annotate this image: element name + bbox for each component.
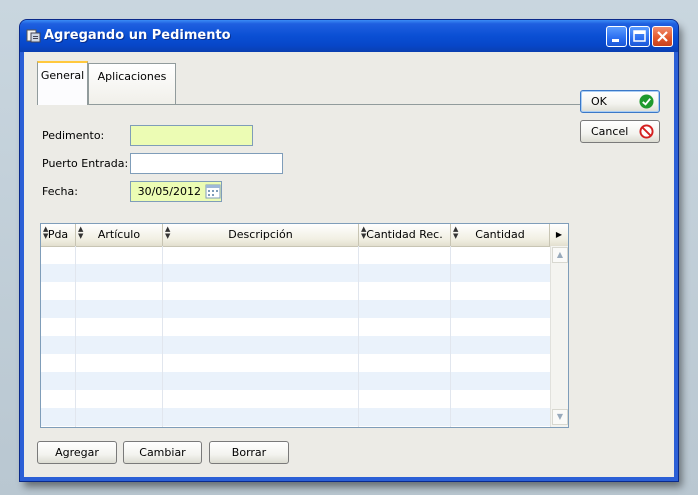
column-header-cantidad-label: Cantidad bbox=[475, 228, 525, 241]
dialog-window: Agregando un Pedimento General Aplicacio… bbox=[20, 20, 678, 481]
vertical-scrollbar[interactable]: ▲ ▼ bbox=[550, 246, 568, 427]
puerto-entrada-input[interactable] bbox=[130, 153, 283, 174]
tab-general-label: General bbox=[40, 69, 85, 82]
borrar-button[interactable]: Borrar bbox=[209, 441, 289, 464]
table-row[interactable] bbox=[41, 264, 550, 282]
column-divider bbox=[358, 246, 359, 427]
cambiar-button[interactable]: Cambiar bbox=[123, 441, 202, 464]
check-icon bbox=[639, 94, 654, 109]
tab-general[interactable]: General bbox=[37, 61, 88, 105]
table-row[interactable] bbox=[41, 282, 550, 300]
column-header-pda-label: Pda bbox=[47, 228, 69, 241]
items-grid[interactable]: ▲ ▼ Pda ▲ ▼ Artículo ▲ ▼ Descripción ▲ ▼ Can… bbox=[40, 223, 569, 428]
column-header-pda[interactable]: ▲ ▼ Pda bbox=[41, 224, 76, 246]
column-divider bbox=[450, 246, 451, 427]
tab-aplicaciones[interactable]: Aplicaciones bbox=[88, 63, 176, 105]
tab-divider bbox=[88, 104, 584, 105]
sort-icon: ▲ ▼ bbox=[43, 225, 49, 240]
table-row[interactable] bbox=[41, 300, 550, 318]
ok-button-label: OK bbox=[591, 95, 607, 108]
column-header-cantidad[interactable]: ▲ ▼ Cantidad bbox=[451, 224, 550, 246]
agregar-button[interactable]: Agregar bbox=[37, 441, 117, 464]
column-header-articulo-label: Artículo bbox=[97, 228, 141, 241]
table-row[interactable] bbox=[41, 408, 550, 426]
window-title: Agregando un Pedimento bbox=[44, 28, 231, 43]
sort-icon: ▲ ▼ bbox=[453, 225, 459, 240]
column-divider bbox=[75, 246, 76, 427]
title-bar[interactable]: Agregando un Pedimento bbox=[20, 20, 678, 52]
sort-icon: ▲ ▼ bbox=[165, 225, 171, 240]
table-row[interactable] bbox=[41, 336, 550, 354]
column-header-descripcion-label: Descripción bbox=[228, 228, 293, 241]
cancel-button-label: Cancel bbox=[591, 125, 629, 138]
column-header-descripcion[interactable]: ▲ ▼ Descripción bbox=[163, 224, 359, 246]
scroll-down-icon[interactable]: ▼ bbox=[552, 409, 568, 425]
pedimento-label: Pedimento: bbox=[42, 129, 105, 142]
column-header-articulo[interactable]: ▲ ▼ Artículo bbox=[76, 224, 163, 246]
table-row[interactable] bbox=[41, 246, 550, 264]
sort-icon: ▲ ▼ bbox=[78, 225, 84, 240]
calendar-icon[interactable] bbox=[205, 183, 221, 199]
maximize-icon bbox=[633, 30, 646, 42]
cancel-button[interactable]: Cancel bbox=[580, 120, 660, 143]
scroll-right-icon[interactable]: ▶ bbox=[550, 224, 568, 246]
minimize-icon bbox=[612, 39, 619, 42]
close-button[interactable] bbox=[652, 26, 673, 47]
puerto-entrada-label: Puerto Entrada: bbox=[42, 157, 129, 170]
maximize-button[interactable] bbox=[629, 26, 650, 47]
table-row[interactable] bbox=[41, 318, 550, 336]
column-header-cantidad-rec-label: Cantidad Rec. bbox=[366, 228, 443, 241]
table-row[interactable] bbox=[41, 354, 550, 372]
tab-aplicaciones-label: Aplicaciones bbox=[97, 70, 167, 83]
app-icon bbox=[26, 29, 41, 43]
dialog-client-area: General Aplicaciones Pedimento: Puerto E… bbox=[24, 52, 674, 477]
ok-button[interactable]: OK bbox=[580, 90, 660, 113]
minimize-button[interactable] bbox=[606, 26, 627, 47]
column-header-cantidad-rec[interactable]: ▲ ▼ Cantidad Rec. bbox=[359, 224, 451, 246]
grid-header: ▲ ▼ Pda ▲ ▼ Artículo ▲ ▼ Descripción ▲ ▼ Can… bbox=[41, 224, 568, 247]
close-icon bbox=[657, 31, 668, 42]
scroll-up-icon[interactable]: ▲ bbox=[552, 247, 568, 263]
sort-icon: ▲ ▼ bbox=[361, 225, 367, 240]
pedimento-input[interactable] bbox=[130, 125, 253, 146]
table-row[interactable] bbox=[41, 372, 550, 390]
fecha-label: Fecha: bbox=[42, 185, 78, 198]
no-entry-icon bbox=[639, 124, 654, 139]
table-row[interactable] bbox=[41, 390, 550, 408]
column-divider bbox=[162, 246, 163, 427]
